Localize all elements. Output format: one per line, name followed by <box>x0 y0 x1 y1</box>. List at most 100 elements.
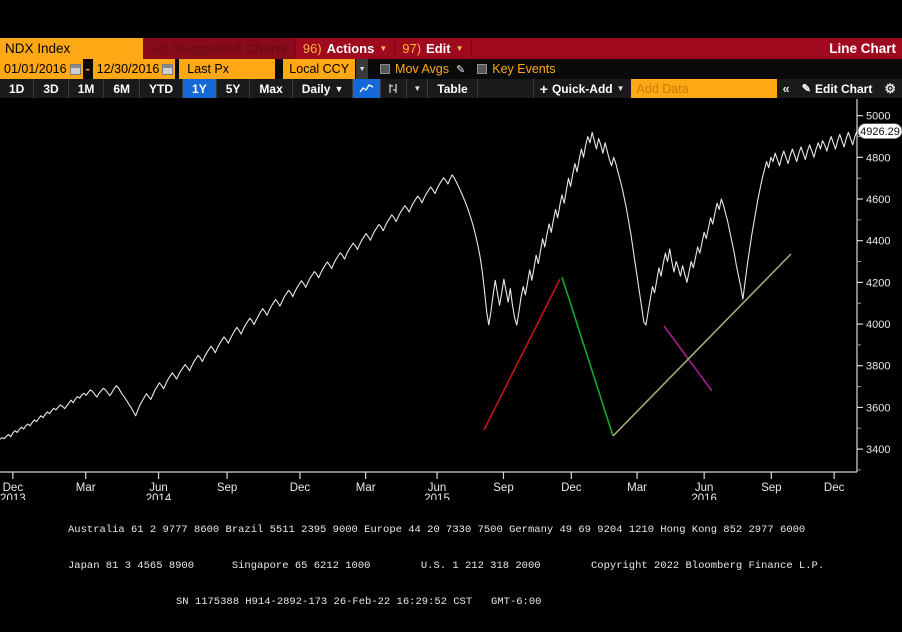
range-button-ytd[interactable]: YTD <box>140 79 184 98</box>
toolbar-spacer <box>478 79 534 98</box>
quick-add-button[interactable]: + Quick-Add ▼ <box>534 79 631 98</box>
downtrend-green[interactable] <box>561 276 614 437</box>
currency-dropdown-arrow[interactable]: ▼ <box>355 59 369 79</box>
x-tick-label: Sep <box>217 482 237 494</box>
mov-avgs-label: Mov Avgs <box>395 62 450 76</box>
range-button-6m[interactable]: 6M <box>104 79 141 98</box>
frequency-select[interactable]: Daily ▼ <box>293 79 354 98</box>
mov-avgs-control[interactable]: Mov Avgs ✎ <box>380 59 465 79</box>
bar-chart-glyph <box>389 84 397 93</box>
add-data-placeholder: Add Data <box>636 81 689 96</box>
range-label: 3D <box>43 81 59 96</box>
uptrend-red[interactable] <box>483 278 561 431</box>
ticker-input[interactable]: NDX Index <box>0 38 143 59</box>
currency-select[interactable]: Local CCY <box>283 59 356 79</box>
x-tick-label: Dec <box>290 482 311 494</box>
calendar-icon[interactable] <box>162 63 174 75</box>
date-from-input[interactable]: 01/01/2016 <box>0 59 83 79</box>
price-field-value: Last Px <box>187 62 229 76</box>
plus-icon: + <box>539 80 548 97</box>
actions-label: Actions <box>326 41 375 56</box>
pencil-icon: ✎ <box>801 83 811 95</box>
line-chart-glyph <box>359 84 374 93</box>
x-tick-label: Mar <box>76 482 96 494</box>
param-spacer <box>555 59 902 79</box>
mov-avgs-checkbox[interactable] <box>380 64 391 74</box>
chart-style-dropdown[interactable]: ▼ <box>407 79 429 98</box>
date-from-value: 01/01/2016 <box>4 62 67 76</box>
range-button-max[interactable]: Max <box>250 79 293 98</box>
bloomberg-terminal-window: NDX Index 94) Suggested Charts 96) Actio… <box>0 0 902 608</box>
frequency-label: Daily <box>301 81 331 96</box>
key-events-control[interactable]: Key Events <box>477 59 555 79</box>
y-tick-label: 3800 <box>866 361 890 373</box>
collapse-panel-button[interactable]: « <box>777 79 796 98</box>
chevron-down-icon: ▼ <box>334 83 344 94</box>
uptrend-olive[interactable] <box>612 253 792 437</box>
range-button-5y[interactable]: 5Y <box>217 79 251 98</box>
edit-chart-button[interactable]: ✎ Edit Chart <box>796 79 879 98</box>
price-plot-svg: 3400 3600 3800 4000 4200 4400 4600 4800 5000 Dec… <box>0 99 902 502</box>
edit-chart-label: Edit Chart <box>815 81 873 96</box>
chart-type-label: Line Chart <box>829 38 902 59</box>
parameters-row: 01/01/2016 - 12/30/2016 Last Px Local CC… <box>0 59 902 79</box>
x-tick-label: Mar <box>627 482 647 494</box>
chart-canvas[interactable]: 3400 3600 3800 4000 4200 4400 4600 4800 5000 Dec… <box>0 99 902 502</box>
date-to-value: 12/30/2016 <box>96 62 160 76</box>
footer-line-3: SN 1175388 H914-2892-173 26-Feb-22 16:29… <box>176 596 542 608</box>
range-button-1y[interactable]: 1Y <box>183 79 217 98</box>
range-label: 1D <box>9 81 25 96</box>
range-button-1d[interactable]: 1D <box>0 79 35 98</box>
range-button-3d[interactable]: 3D <box>34 79 69 98</box>
range-button-1m[interactable]: 1M <box>69 79 105 98</box>
settings-gear-icon[interactable]: ⚙ <box>878 79 902 98</box>
chart-type-value: Line Chart <box>829 41 896 56</box>
line-chart-icon[interactable] <box>353 79 382 98</box>
top-black-strip <box>0 0 902 38</box>
edit-label: Edit <box>426 41 451 56</box>
header-spacer <box>470 38 830 59</box>
chevron-down-icon: ▼ <box>413 84 422 93</box>
y-tick-label: 4600 <box>866 194 890 206</box>
table-label: Table <box>437 81 468 96</box>
suggested-charts-number: 94) <box>150 41 170 56</box>
y-tick-label: 3600 <box>866 402 890 414</box>
price-field-select[interactable]: Last Px <box>179 59 276 79</box>
command-header-bar: NDX Index 94) Suggested Charts 96) Actio… <box>0 38 902 59</box>
quick-add-label: Quick-Add <box>551 81 613 96</box>
y-tick-label: 5000 <box>866 111 890 123</box>
actions-menu[interactable]: 96) Actions ▼ <box>294 38 394 59</box>
chevron-down-icon: ▼ <box>455 44 464 53</box>
x-tick-label: Dec <box>561 482 582 494</box>
chevron-down-icon: ▼ <box>616 84 625 93</box>
x-tick-label: Sep <box>761 482 781 494</box>
y-axis-group: 3400 3600 3800 4000 4200 4400 4600 4800 5000 <box>856 99 890 472</box>
range-label: YTD <box>149 81 174 96</box>
key-events-checkbox[interactable] <box>477 64 488 74</box>
edit-menu[interactable]: 97) Edit ▼ <box>394 38 470 59</box>
date-to-input[interactable]: 12/30/2016 <box>92 59 176 79</box>
add-data-input[interactable]: Add Data <box>630 79 777 98</box>
collapse-icon: « <box>782 81 790 96</box>
range-label: 6M <box>113 81 131 96</box>
x-tick-labels: Dec2013Mar Jun2014Sep Dec Mar Jun2015Sep Dec M… <box>0 472 845 502</box>
terminal-footer: Australia 61 2 9777 8600 Brazil 5511 239… <box>0 500 902 608</box>
y-tick-labels: 3400 3600 3800 4000 4200 4400 4600 4800 5000 <box>857 111 890 471</box>
table-button[interactable]: Table <box>428 79 478 98</box>
footer-line-1: Australia 61 2 9777 8600 Brazil 5511 239… <box>68 524 806 536</box>
calendar-icon[interactable] <box>69 63 81 75</box>
suggested-charts-button[interactable]: 94) Suggested Charts <box>143 38 295 59</box>
suggested-charts-label: Suggested Charts <box>173 41 288 56</box>
bar-chart-icon[interactable] <box>381 79 408 98</box>
y-tick-label: 4400 <box>866 236 890 248</box>
x-tick-label: Mar <box>356 482 376 494</box>
last-price-value: 4926.29 <box>860 126 900 138</box>
range-label: 5Y <box>225 81 241 96</box>
pencil-icon[interactable]: ✎ <box>456 63 465 76</box>
currency-value: Local CCY <box>289 62 350 76</box>
range-label: 1M <box>77 81 95 96</box>
y-tick-label: 4000 <box>866 319 890 331</box>
chart-toolbar: 1D 3D 1M 6M YTD 1Y 5Y Max Daily ▼ ▼ Tabl… <box>0 79 902 99</box>
date-range-dash: - <box>85 62 90 76</box>
y-tick-label: 4800 <box>866 152 890 164</box>
